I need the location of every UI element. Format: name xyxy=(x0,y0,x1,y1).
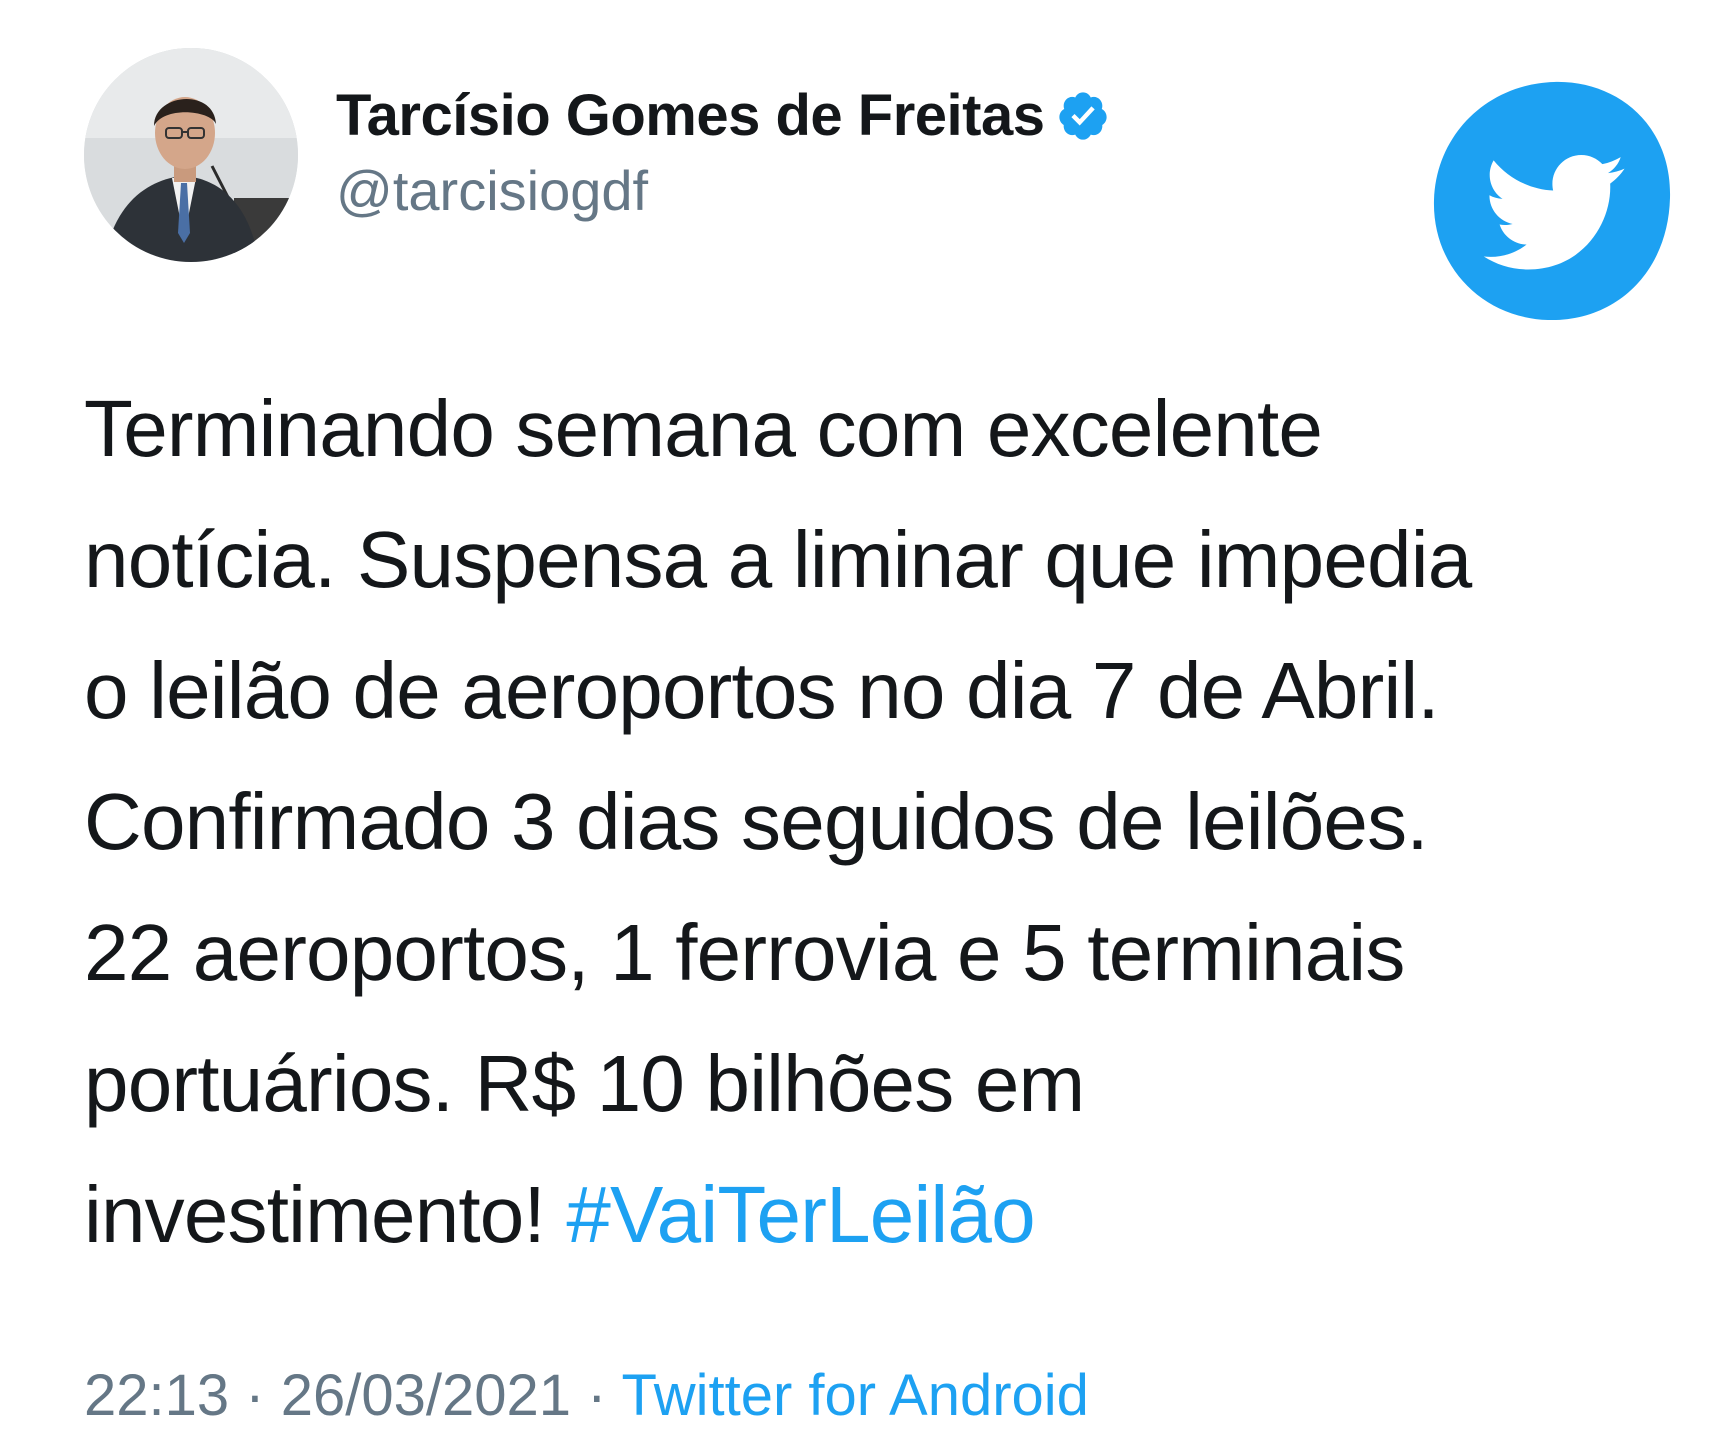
author-name[interactable]: Tarcísio Gomes de Freitas xyxy=(336,82,1045,149)
profile-photo xyxy=(84,48,298,262)
tweet-meta: 22:13 · 26/03/2021 · Twitter for Android xyxy=(84,1362,1089,1429)
author-name-row[interactable]: Tarcísio Gomes de Freitas xyxy=(336,82,1110,149)
meta-separator: · xyxy=(229,1363,281,1428)
tweet-line: Terminando semana com excelente xyxy=(84,384,1323,473)
tweet-line-last: investimento! #VaiTerLeilão xyxy=(84,1149,1644,1280)
tweet-source-link[interactable]: Twitter for Android xyxy=(622,1363,1089,1428)
tweet-card: Tarcísio Gomes de Freitas @tarcisiogdf T… xyxy=(0,0,1716,1444)
tweet-line: portuários. R$ 10 bilhões em xyxy=(84,1039,1085,1128)
tweet-time[interactable]: 22:13 xyxy=(84,1363,229,1428)
tweet-text: Terminando semana com excelente notícia.… xyxy=(84,363,1644,1280)
tweet-line: o leilão de aeroportos no dia 7 de Abril… xyxy=(84,646,1440,735)
tweet-line-text: investimento! xyxy=(84,1170,567,1259)
twitter-bird-icon xyxy=(1433,81,1671,321)
verified-badge-icon xyxy=(1059,91,1108,140)
avatar[interactable] xyxy=(84,48,298,262)
tweet-date[interactable]: 26/03/2021 xyxy=(281,1363,571,1428)
author-handle[interactable]: @tarcisiogdf xyxy=(336,158,648,223)
meta-separator: · xyxy=(571,1363,622,1428)
tweet-line: Confirmado 3 dias seguidos de leilões. xyxy=(84,777,1429,866)
tweet-line: 22 aeroportos, 1 ferrovia e 5 terminais xyxy=(84,908,1405,997)
tweet-line: notícia. Suspensa a liminar que impedia xyxy=(84,515,1472,604)
hashtag-link[interactable]: #VaiTerLeilão xyxy=(566,1170,1035,1259)
